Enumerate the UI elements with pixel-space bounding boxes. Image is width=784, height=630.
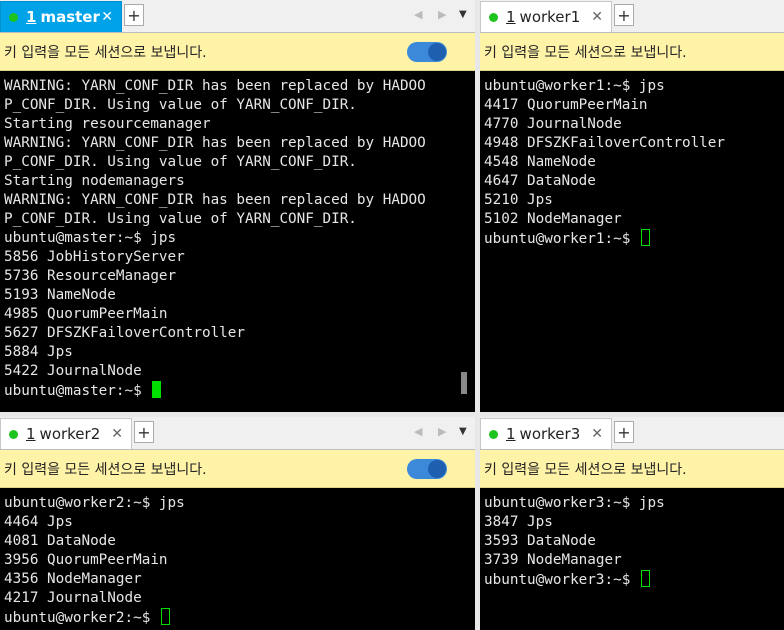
tab-bar-master: 1 master ✕ + ◀ ▶ ▼: [0, 0, 475, 33]
tab-scroll-arrows-icon[interactable]: ◀ ▶: [414, 425, 452, 438]
terminal-prompt-line: ubuntu@worker3:~$: [484, 570, 780, 589]
terminal-line: Starting resourcemanager: [4, 116, 211, 132]
new-tab-button[interactable]: +: [614, 421, 634, 443]
broadcast-banner: 키 입력을 모든 세션으로 보냅니다.: [480, 33, 784, 71]
tab-list-dropdown-icon[interactable]: ▼: [459, 426, 467, 437]
new-tab-button[interactable]: +: [124, 4, 144, 26]
pane-master: 1 master ✕ + ◀ ▶ ▼ 키 입력을 모든 세션으로 보냅니다. W…: [0, 0, 475, 412]
broadcast-banner: 키 입력을 모든 세션으로 보냅니다.: [480, 450, 784, 488]
broadcast-banner: 키 입력을 모든 세션으로 보냅니다.: [0, 33, 475, 71]
terminal-line: 5856 JobHistoryServer: [4, 249, 185, 265]
status-dot-icon: [9, 429, 18, 439]
close-icon[interactable]: ✕: [111, 426, 123, 442]
terminal-line: P_CONF_DIR. Using value of YARN_CONF_DIR…: [4, 154, 357, 170]
terminal-line: 3956 QuorumPeerMain: [4, 552, 168, 568]
terminal-line: WARNING: YARN_CONF_DIR has been replaced…: [4, 135, 426, 151]
terminal-cursor: [640, 570, 650, 587]
pane-worker3: 1 worker3 ✕ + 키 입력을 모든 세션으로 보냅니다. ubuntu…: [480, 417, 784, 630]
terminal-line: 4647 DataNode: [484, 173, 596, 189]
broadcast-banner: 키 입력을 모든 세션으로 보냅니다.: [0, 450, 475, 488]
tab-master[interactable]: 1 master ✕: [0, 1, 122, 32]
terminal-line: 4217 JournalNode: [4, 590, 142, 606]
prompt-text: ubuntu@worker3:~$: [484, 572, 639, 588]
prompt-text: ubuntu@worker1:~$: [484, 231, 639, 247]
broadcast-toggle[interactable]: [407, 42, 447, 62]
new-tab-button[interactable]: +: [134, 421, 154, 443]
scrollbar-thumb[interactable]: [461, 372, 467, 394]
tab-number: 1: [26, 425, 36, 443]
terminal-line: P_CONF_DIR. Using value of YARN_CONF_DIR…: [4, 211, 357, 227]
terminal-line: 5422 JournalNode: [4, 363, 142, 379]
close-icon[interactable]: ✕: [591, 9, 603, 25]
terminal-line: 4770 JournalNode: [484, 116, 622, 132]
tab-label: master: [40, 8, 100, 26]
prompt-text: ubuntu@worker2:~$: [4, 610, 159, 626]
terminal-line: 4548 NameNode: [484, 154, 596, 170]
terminal-prompt-line: ubuntu@worker2:~$: [4, 608, 471, 627]
terminal-line: 5210 Jps: [484, 192, 553, 208]
broadcast-text: 키 입력을 모든 세션으로 보냅니다.: [484, 461, 687, 478]
terminal-line: 4464 Jps: [4, 514, 73, 530]
terminal-line: ubuntu@worker3:~$ jps: [484, 495, 665, 511]
tab-number: 1: [26, 8, 37, 26]
broadcast-text: 키 입력을 모든 세션으로 보냅니다.: [4, 44, 207, 61]
broadcast-toggle[interactable]: [407, 459, 447, 479]
tab-list-dropdown-icon[interactable]: ▼: [459, 9, 467, 20]
terminal-line: Starting nodemanagers: [4, 173, 185, 189]
terminal-output[interactable]: ubuntu@worker2:~$ jps 4464 Jps 4081 DataNo…: [4, 489, 471, 630]
tab-worker3[interactable]: 1 worker3 ✕: [480, 418, 612, 449]
terminal-line: 4356 NodeManager: [4, 571, 142, 587]
tab-bar-worker3: 1 worker3 ✕ +: [480, 417, 784, 450]
status-dot-icon: [489, 12, 498, 22]
tab-worker1[interactable]: 1 worker1 ✕: [480, 1, 612, 32]
terminal-line: 4081 DataNode: [4, 533, 116, 549]
terminal-cursor: [160, 608, 170, 625]
prompt-text: ubuntu@master:~$: [4, 383, 151, 399]
tab-number: 1: [506, 425, 516, 443]
terminal-line: WARNING: YARN_CONF_DIR has been replaced…: [4, 78, 426, 94]
status-dot-icon: [489, 429, 498, 439]
pane-worker1: 1 worker1 ✕ + 키 입력을 모든 세션으로 보냅니다. ubuntu…: [480, 0, 784, 412]
terminal-output[interactable]: ubuntu@worker1:~$ jps 4417 QuorumPeerMain…: [484, 72, 780, 412]
terminal-line: 5193 NameNode: [4, 287, 116, 303]
new-tab-button[interactable]: +: [614, 4, 634, 26]
tab-bar-worker1: 1 worker1 ✕ +: [480, 0, 784, 33]
close-icon[interactable]: ✕: [101, 9, 113, 25]
terminal-prompt-line: ubuntu@master:~$: [4, 381, 461, 400]
terminal-prompt-line: ubuntu@worker1:~$: [484, 229, 780, 248]
tab-bar-worker2: 1 worker2 ✕ + ◀ ▶ ▼: [0, 417, 475, 450]
tab-scroll-arrows-icon[interactable]: ◀ ▶: [414, 8, 452, 21]
terminal-line: ubuntu@master:~$ jps: [4, 230, 177, 246]
pane-worker2: 1 worker2 ✕ + ◀ ▶ ▼ 키 입력을 모든 세션으로 보냅니다. …: [0, 417, 475, 630]
terminal-cursor: [152, 381, 162, 398]
close-icon[interactable]: ✕: [591, 426, 603, 442]
terminal-line: ubuntu@worker2:~$ jps: [4, 495, 185, 511]
terminal-cursor: [640, 229, 650, 246]
tab-label: worker2: [39, 425, 101, 443]
terminal-line: 4417 QuorumPeerMain: [484, 97, 648, 113]
terminal-output[interactable]: WARNING: YARN_CONF_DIR has been replaced…: [4, 72, 461, 412]
status-dot-icon: [9, 12, 18, 22]
terminal-line: ubuntu@worker1:~$ jps: [484, 78, 665, 94]
tab-label: worker3: [519, 425, 581, 443]
terminal-line: 3847 Jps: [484, 514, 553, 530]
tab-number: 1: [506, 8, 516, 26]
tab-label: worker1: [519, 8, 581, 26]
terminal-line: 3593 DataNode: [484, 533, 596, 549]
terminal-line: 4948 DFSZKFailoverController: [484, 135, 726, 151]
terminal-line: P_CONF_DIR. Using value of YARN_CONF_DIR…: [4, 97, 357, 113]
tab-worker2[interactable]: 1 worker2 ✕: [0, 418, 132, 449]
terminal-line: 5102 NodeManager: [484, 211, 622, 227]
broadcast-text: 키 입력을 모든 세션으로 보냅니다.: [484, 44, 687, 61]
terminal-line: 5627 DFSZKFailoverController: [4, 325, 246, 341]
terminal-line: 5736 ResourceManager: [4, 268, 177, 284]
terminal-line: 5884 Jps: [4, 344, 73, 360]
terminal-line: WARNING: YARN_CONF_DIR has been replaced…: [4, 192, 426, 208]
terminal-line: 3739 NodeManager: [484, 552, 622, 568]
terminal-output[interactable]: ubuntu@worker3:~$ jps 3847 Jps 3593 DataNo…: [484, 489, 780, 630]
broadcast-text: 키 입력을 모든 세션으로 보냅니다.: [4, 461, 207, 478]
terminal-line: 4985 QuorumPeerMain: [4, 306, 168, 322]
